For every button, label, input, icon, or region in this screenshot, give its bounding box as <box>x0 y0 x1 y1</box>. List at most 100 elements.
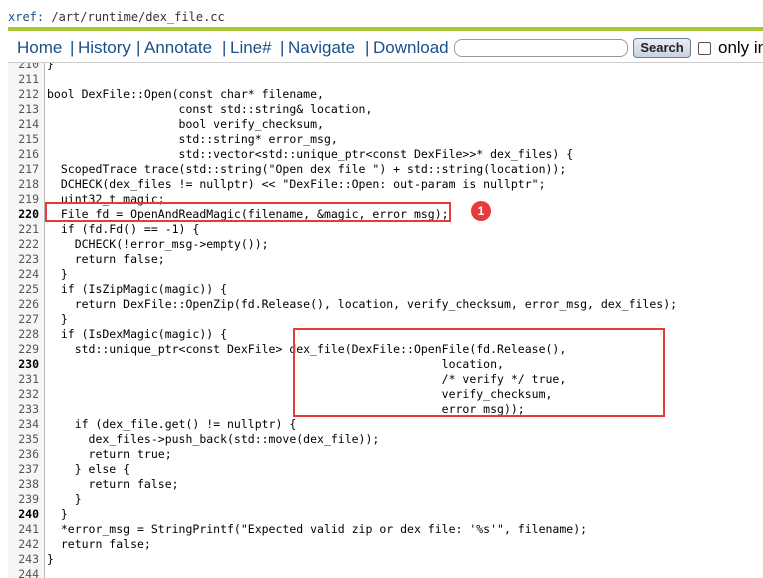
line-number[interactable]: 226 <box>8 297 45 312</box>
code-text: if (dex_file.get() != nullptr) { <box>47 417 297 431</box>
code-line: 226 return DexFile::OpenZip(fd.Release()… <box>8 297 763 312</box>
code-line: 212 bool DexFile::Open(const char* filena… <box>8 87 763 102</box>
code-text: return DexFile::OpenZip(fd.Release(), lo… <box>47 297 678 311</box>
line-number[interactable]: 222 <box>8 237 45 252</box>
line-number[interactable]: 220 <box>8 207 45 222</box>
only-in-checkbox[interactable] <box>698 42 711 55</box>
line-number[interactable]: 214 <box>8 117 45 132</box>
code-text: } <box>47 312 68 326</box>
line-number[interactable]: 232 <box>8 387 45 402</box>
code-line: 216 std::vector<std::unique_ptr<const De… <box>8 147 763 162</box>
code-text: } else { <box>47 462 131 476</box>
code-line: 234 if (dex_file.get() != nullptr) { <box>8 417 763 432</box>
nav-history-link[interactable]: History <box>78 38 131 58</box>
line-number[interactable]: 233 <box>8 402 45 417</box>
line-number[interactable]: 235 <box>8 432 45 447</box>
code-text: *error_msg = StringPrintf("Expected vali… <box>47 522 588 536</box>
code-text: return true; <box>47 447 172 461</box>
line-number[interactable]: 211 <box>8 72 45 87</box>
code-line: 217 ScopedTrace trace(std::string("Open … <box>8 162 763 177</box>
code-line: 238 return false; <box>8 477 763 492</box>
line-number[interactable]: 242 <box>8 537 45 552</box>
line-number[interactable]: 215 <box>8 132 45 147</box>
code-line: 244 <box>8 567 763 578</box>
line-number[interactable]: 227 <box>8 312 45 327</box>
code-line: 221 if (fd.Fd() == -1) { <box>8 222 763 237</box>
nav-home-link[interactable]: Home <box>17 38 62 58</box>
code-line: 215 std::string* error_msg, <box>8 132 763 147</box>
nav-line-numbers-link[interactable]: Line# <box>230 38 272 58</box>
line-number[interactable]: 228 <box>8 327 45 342</box>
code-text: return false; <box>47 477 179 491</box>
code-text: } <box>47 267 68 281</box>
code-line: 241 *error_msg = StringPrintf("Expected … <box>8 522 763 537</box>
code-line: 225 if (IsZipMagic(magic)) { <box>8 282 763 297</box>
line-number[interactable]: 240 <box>8 507 45 522</box>
line-number[interactable]: 221 <box>8 222 45 237</box>
line-number[interactable]: 212 <box>8 87 45 102</box>
line-number[interactable]: 225 <box>8 282 45 297</box>
code-line: 237 } else { <box>8 462 763 477</box>
file-path: /art/runtime/dex_file.cc <box>51 10 225 24</box>
code-text: return false; <box>47 252 165 266</box>
code-line: 210} <box>8 62 763 72</box>
code-text: const std::string& location, <box>47 102 373 116</box>
code-text: DCHECK(!error_msg->empty()); <box>47 237 269 251</box>
line-number[interactable]: 231 <box>8 372 45 387</box>
line-number[interactable]: 219 <box>8 192 45 207</box>
code-line: 211 <box>8 72 763 87</box>
xref-breadcrumb: xref: /art/runtime/dex_file.cc <box>8 10 225 24</box>
code-text: } <box>47 492 82 506</box>
code-text: } <box>47 62 54 71</box>
code-text: bool DexFile::Open(const char* filename, <box>47 87 324 101</box>
nav-download-link[interactable]: Download <box>373 38 449 58</box>
navigation-bar: Home | History | Annotate | Line# | Navi… <box>8 31 763 61</box>
line-number[interactable]: 239 <box>8 492 45 507</box>
line-number[interactable]: 238 <box>8 477 45 492</box>
nav-navigate-link[interactable]: Navigate <box>288 38 355 58</box>
line-number[interactable]: 229 <box>8 342 45 357</box>
code-text: if (fd.Fd() == -1) { <box>47 222 200 236</box>
line-number[interactable]: 223 <box>8 252 45 267</box>
line-number[interactable]: 230 <box>8 357 45 372</box>
code-text: bool verify_checksum, <box>47 117 324 131</box>
line-number[interactable]: 241 <box>8 522 45 537</box>
line-number[interactable]: 213 <box>8 102 45 117</box>
line-number[interactable]: 244 <box>8 567 45 578</box>
code-text: return false; <box>47 537 151 551</box>
line-number[interactable]: 237 <box>8 462 45 477</box>
code-text: if (IsDexMagic(magic)) { <box>47 327 228 341</box>
code-line: 213 const std::string& location, <box>8 102 763 117</box>
code-text: dex_files->push_back(std::move(dex_file)… <box>47 432 380 446</box>
nav-separator: | <box>365 38 370 57</box>
code-line: 223 return false; <box>8 252 763 267</box>
line-number[interactable]: 217 <box>8 162 45 177</box>
code-line: 236 return true; <box>8 447 763 462</box>
code-text: std::vector<std::unique_ptr<const DexFil… <box>47 147 574 161</box>
code-text: } <box>47 507 68 521</box>
code-line: 240 } <box>8 507 763 522</box>
line-number[interactable]: 210 <box>8 63 45 72</box>
search-input[interactable] <box>454 39 628 57</box>
code-line: 218 DCHECK(dex_files != nullptr) << "Dex… <box>8 177 763 192</box>
line-number[interactable]: 224 <box>8 267 45 282</box>
nav-annotate-link[interactable]: Annotate <box>144 38 212 58</box>
code-line: 243} <box>8 552 763 567</box>
code-line: 235 dex_files->push_back(std::move(dex_f… <box>8 432 763 447</box>
line-number[interactable]: 216 <box>8 147 45 162</box>
code-line: 242 return false; <box>8 537 763 552</box>
code-line: 224 } <box>8 267 763 282</box>
line-number[interactable]: 236 <box>8 447 45 462</box>
line-number[interactable]: 243 <box>8 552 45 567</box>
line-number[interactable]: 218 <box>8 177 45 192</box>
annotation-box-fd <box>45 202 451 222</box>
annotation-badge: 1 <box>471 201 491 221</box>
code-text: DCHECK(dex_files != nullptr) << "DexFile… <box>47 177 546 191</box>
search-button[interactable]: Search <box>633 38 691 58</box>
line-number[interactable]: 234 <box>8 417 45 432</box>
nav-separator: | <box>70 38 75 57</box>
xref-label: xref: <box>8 10 45 24</box>
nav-separator: | <box>136 38 141 57</box>
